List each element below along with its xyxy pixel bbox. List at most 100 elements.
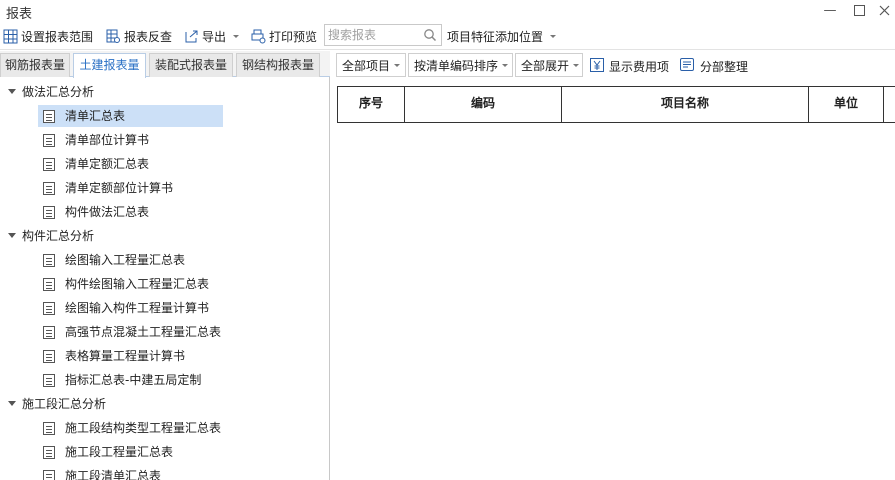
column-header-index[interactable]: 序号	[338, 87, 405, 122]
yen-icon	[590, 57, 604, 75]
section-arrange-label: 分部整理	[700, 59, 749, 74]
tree-item-label: 清单定额汇总表	[65, 157, 150, 171]
report-content-panel: 全部项目 按清单编码排序 全部展开 显示费用项 分部整理 序号 编码 项目名称 …	[331, 51, 895, 480]
main-toolbar: 设置报表范围 报表反查 导出 打印预览 项目特征添加位置	[0, 22, 895, 50]
expand-arrow-icon	[8, 233, 16, 238]
feature-position-dropdown[interactable]: 项目特征添加位置	[447, 25, 557, 47]
export-label: 导出	[202, 29, 227, 44]
tree-item-label: 清单汇总表	[65, 109, 126, 123]
section-arrange-button[interactable]: 分部整理	[680, 55, 748, 77]
tree-item[interactable]: 清单部位计算书	[38, 129, 149, 151]
tree-item[interactable]: 构件做法汇总表	[38, 201, 149, 223]
expand-arrow-icon	[8, 401, 16, 406]
chevron-down-icon	[502, 63, 509, 67]
tree-item-label: 构件绘图输入工程量汇总表	[65, 277, 210, 291]
tree-item[interactable]: 绘图输入工程量汇总表	[38, 249, 185, 271]
tree-item[interactable]: 表格算量工程量计算书	[38, 345, 185, 367]
document-icon	[43, 205, 55, 219]
document-icon	[43, 277, 55, 291]
group-label: 做法汇总分析	[22, 85, 95, 99]
all-items-dropdown[interactable]: 全部项目	[336, 53, 406, 77]
tree-item[interactable]: 绘图输入构件工程量计算书	[38, 297, 209, 319]
document-icon	[43, 445, 55, 459]
document-icon	[43, 421, 55, 435]
show-cost-label: 显示费用项	[609, 59, 670, 74]
tab-prefab-report[interactable]: 装配式报表量	[149, 53, 233, 77]
expand-dropdown[interactable]: 全部展开	[515, 53, 583, 77]
document-icon	[43, 133, 55, 147]
document-icon	[43, 181, 55, 195]
tree-item-label: 清单部位计算书	[65, 133, 150, 147]
tab-steel-report[interactable]: 钢结构报表量	[236, 53, 320, 77]
column-header-item-name[interactable]: 项目名称	[562, 87, 809, 122]
list-arrange-icon	[680, 57, 695, 75]
document-icon	[43, 301, 55, 315]
expand-arrow-icon	[8, 89, 16, 94]
document-icon	[43, 469, 55, 480]
report-table-header: 序号 编码 项目名称 单位	[337, 86, 895, 123]
tree-item[interactable]: 构件绘图输入工程量汇总表	[38, 273, 209, 295]
chevron-down-icon	[573, 63, 580, 67]
close-icon[interactable]	[874, 2, 894, 20]
show-cost-button[interactable]: 显示费用项	[590, 55, 669, 77]
tree-item-bill-summary[interactable]: 清单汇总表	[38, 105, 223, 127]
tree-item[interactable]: 清单定额汇总表	[38, 153, 149, 175]
feature-position-label: 项目特征添加位置	[447, 29, 544, 44]
tab-rebar-report[interactable]: 钢筋报表量	[0, 53, 70, 77]
set-range-button[interactable]: 设置报表范围	[3, 25, 93, 47]
tree-item[interactable]: 指标汇总表-中建五局定制	[38, 369, 201, 391]
expand-label: 全部展开	[521, 58, 570, 73]
tree-item[interactable]: 施工段清单汇总表	[38, 465, 161, 480]
export-button[interactable]: 导出	[184, 25, 240, 47]
check-report-button[interactable]: 报表反查	[106, 25, 172, 47]
tree-item[interactable]: 清单定额部位计算书	[38, 177, 173, 199]
tree-item-label: 高强节点混凝土工程量汇总表	[65, 325, 222, 339]
print-preview-button[interactable]: 打印预览	[251, 25, 317, 47]
tree-item-label: 施工段清单汇总表	[65, 469, 162, 480]
tree-item-label: 清单定额部位计算书	[65, 181, 174, 195]
sort-label: 按清单编码排序	[414, 58, 499, 73]
document-icon	[43, 373, 55, 387]
print-preview-icon	[251, 29, 266, 44]
all-items-label: 全部项目	[342, 58, 391, 73]
tree-item-label: 绘图输入工程量汇总表	[65, 253, 186, 267]
group-label: 构件汇总分析	[22, 229, 95, 243]
export-icon	[184, 29, 199, 44]
check-report-label: 报表反查	[124, 29, 173, 44]
report-tree-panel: 钢筋报表量 土建报表量 装配式报表量 钢结构报表量 做法汇总分析 清单汇总表 清…	[0, 51, 330, 480]
tab-civil-report[interactable]: 土建报表量	[73, 53, 146, 78]
tree-item-label: 指标汇总表-中建五局定制	[65, 373, 202, 387]
maximize-icon[interactable]	[849, 2, 869, 20]
document-icon	[43, 349, 55, 363]
column-header-unit[interactable]: 单位	[809, 87, 884, 122]
tree-item-label: 构件做法汇总表	[65, 205, 150, 219]
tree-item-label: 绘图输入构件工程量计算书	[65, 301, 210, 315]
chevron-down-icon	[394, 63, 401, 67]
tree-group-component-summary[interactable]: 构件汇总分析	[8, 225, 94, 247]
tree-item[interactable]: 施工段结构类型工程量汇总表	[38, 417, 221, 439]
group-label: 施工段汇总分析	[22, 397, 107, 411]
document-icon	[43, 325, 55, 339]
tree-group-section-summary[interactable]: 施工段汇总分析	[8, 393, 106, 415]
tree-item[interactable]: 高强节点混凝土工程量汇总表	[38, 321, 221, 343]
chevron-down-icon	[550, 34, 557, 38]
table-search-icon	[106, 29, 121, 44]
tree-group-method-summary[interactable]: 做法汇总分析	[8, 81, 94, 103]
report-content-toolbar: 全部项目 按清单编码排序 全部展开 显示费用项 分部整理	[331, 51, 895, 81]
tree-item-label: 施工段工程量汇总表	[65, 445, 174, 459]
report-type-tabs: 钢筋报表量 土建报表量 装配式报表量 钢结构报表量	[0, 51, 330, 78]
print-preview-label: 打印预览	[269, 29, 318, 44]
search-icon[interactable]	[423, 28, 437, 42]
minimize-icon[interactable]: —	[820, 2, 840, 20]
document-icon	[43, 253, 55, 267]
tree-item-label: 施工段结构类型工程量汇总表	[65, 421, 222, 435]
document-icon	[43, 109, 55, 123]
tree-item[interactable]: 施工段工程量汇总表	[38, 441, 173, 463]
set-range-label: 设置报表范围	[21, 29, 94, 44]
window-title: 报表	[6, 7, 33, 22]
report-search-input[interactable]	[325, 25, 419, 45]
export-dropdown-icon	[233, 34, 240, 38]
sort-dropdown[interactable]: 按清单编码排序	[408, 53, 513, 77]
column-header-code[interactable]: 编码	[405, 87, 562, 122]
tree-item-label: 表格算量工程量计算书	[65, 349, 186, 363]
